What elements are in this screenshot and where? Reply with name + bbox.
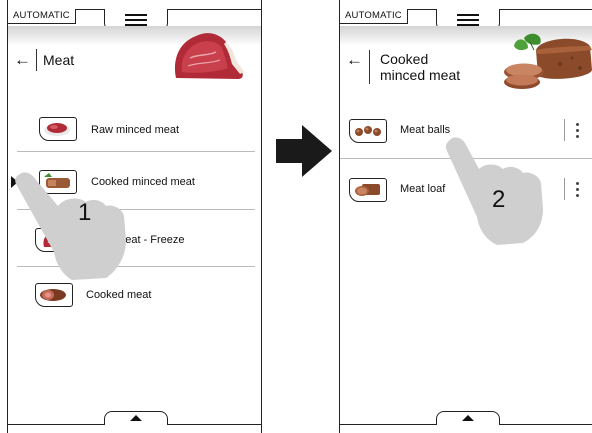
selected-indicator-icon — [11, 176, 18, 188]
mode-label: AUTOMATIC — [8, 9, 76, 24]
list-item-cooked-minced-meat[interactable]: Cooked minced meat — [8, 166, 261, 200]
meatloaf-image — [504, 33, 592, 89]
page-title: Meat — [43, 52, 75, 68]
header-separator — [369, 50, 370, 84]
raw-minced-meat-icon — [39, 117, 77, 141]
step-number: 1 — [78, 199, 92, 226]
step-number: 2 — [492, 186, 506, 213]
meat-balls-icon — [349, 119, 387, 143]
list-item-label: Cooked minced meat — [91, 176, 195, 188]
cooked-meat-icon — [35, 283, 73, 307]
back-arrow-icon[interactable]: ← — [346, 51, 363, 68]
options-separator — [564, 119, 565, 141]
right-arrow-icon — [276, 125, 332, 177]
kebab-menu-icon[interactable] — [572, 178, 584, 200]
right-screen: AUTOMATIC ← Cooked minced meat Meat ball… — [339, 0, 592, 433]
page-title-line-2: minced meat — [380, 67, 461, 83]
raw-meat-freeze-icon — [35, 228, 73, 252]
list-item-meat-loaf[interactable]: Meat loaf — [340, 175, 592, 205]
list-item-label: Meat balls — [400, 124, 451, 136]
left-screen: AUTOMATIC ← Meat Raw minced meat Cooked … — [7, 0, 262, 433]
kebab-menu-icon[interactable] — [572, 119, 584, 141]
list-item-raw-meat-freeze[interactable]: Raw meat - Freeze — [8, 224, 261, 258]
hamburger-menu-icon[interactable] — [125, 14, 147, 26]
cooked-minced-meat-icon — [39, 170, 77, 194]
list-item-meat-balls[interactable]: Meat balls — [340, 116, 592, 146]
chevron-up-icon[interactable] — [130, 415, 142, 421]
expand-tab[interactable] — [436, 411, 500, 425]
list-item-label: Raw meat - Freeze — [91, 234, 185, 246]
row-divider — [17, 209, 255, 210]
list-item-label: Cooked meat — [86, 289, 152, 301]
row-divider — [340, 158, 592, 159]
raw-steak-image — [174, 33, 244, 79]
hamburger-menu-icon[interactable] — [457, 14, 479, 26]
expand-tab[interactable] — [104, 411, 168, 425]
meat-loaf-icon — [349, 178, 387, 202]
chevron-up-icon[interactable] — [462, 415, 474, 421]
mode-label: AUTOMATIC — [340, 9, 408, 24]
list-item-label: Raw minced meat — [91, 124, 180, 136]
list-item-label: Meat loaf — [400, 183, 446, 195]
options-separator — [564, 178, 565, 200]
row-divider — [17, 151, 255, 152]
row-divider — [17, 266, 255, 267]
list-item-cooked-meat[interactable]: Cooked meat — [8, 281, 261, 315]
page-title-line-1: Cooked — [380, 51, 429, 67]
list-item-raw-minced-meat[interactable]: Raw minced meat — [8, 113, 261, 149]
back-arrow-icon[interactable]: ← — [14, 51, 31, 68]
header-separator — [36, 49, 37, 71]
